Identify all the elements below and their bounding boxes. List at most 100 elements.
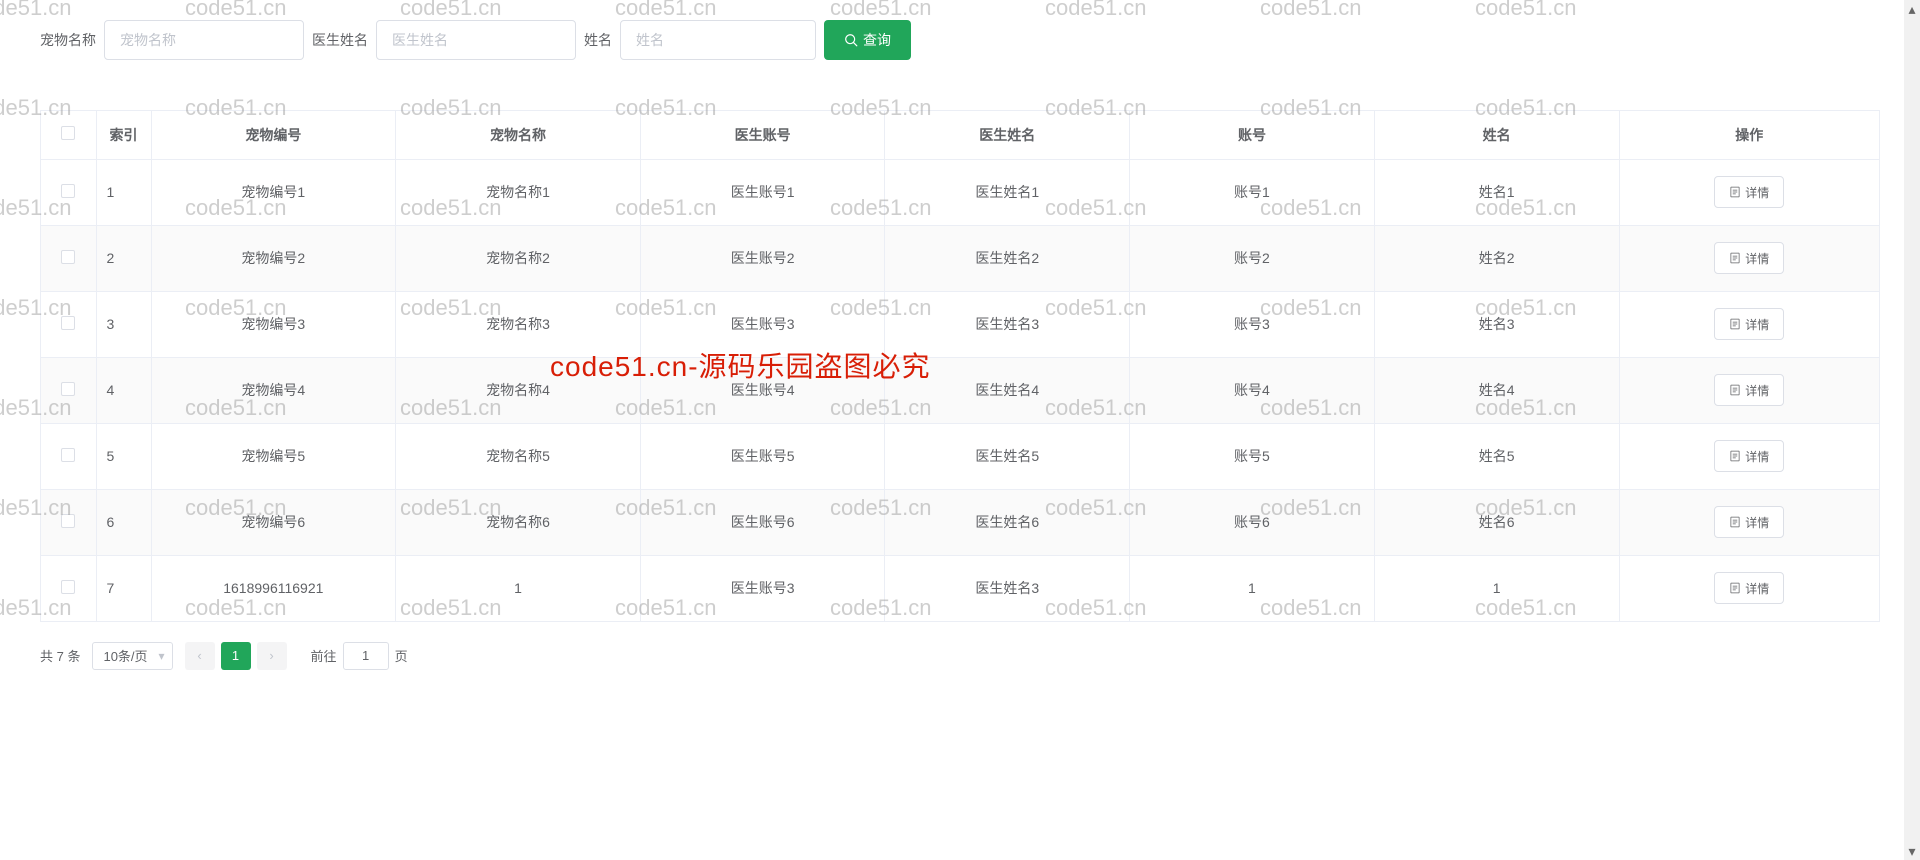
cell-petname: 宠物名称4	[396, 357, 641, 423]
cell-doctorname: 医生姓名3	[885, 555, 1130, 621]
watermark-text: code51.cn	[1475, 0, 1577, 21]
cell-account: 账号4	[1130, 357, 1375, 423]
pagination: 共 7 条 10条/页 ▾ ‹ 1 › 前往 页	[40, 642, 1880, 670]
cell-petname: 宠物名称5	[396, 423, 641, 489]
cell-name: 姓名4	[1374, 357, 1619, 423]
cell-index: 3	[96, 291, 151, 357]
page-1[interactable]: 1	[221, 642, 251, 670]
cell-account: 账号3	[1130, 291, 1375, 357]
detail-label: 详情	[1745, 448, 1769, 465]
search-button-label: 查询	[863, 30, 891, 50]
document-icon	[1729, 582, 1741, 594]
cell-doctorname: 医生姓名5	[885, 423, 1130, 489]
th-op: 操作	[1619, 111, 1879, 159]
cell-petname: 宠物名称3	[396, 291, 641, 357]
name-input[interactable]	[620, 20, 816, 60]
cell-index: 1	[96, 159, 151, 225]
row-checkbox[interactable]	[61, 250, 75, 264]
petname-input[interactable]	[104, 20, 304, 60]
cell-index: 6	[96, 489, 151, 555]
row-checkbox[interactable]	[61, 184, 75, 198]
scrollbar[interactable]: ▴ ▾	[1904, 0, 1920, 860]
detail-button[interactable]: 详情	[1714, 308, 1784, 340]
next-page-button[interactable]: ›	[257, 642, 287, 670]
cell-index: 4	[96, 357, 151, 423]
row-checkbox[interactable]	[61, 514, 75, 528]
watermark-text: code51.cn	[1045, 0, 1147, 21]
table-row: 6宠物编号6宠物名称6医生账号6医生姓名6账号6姓名6详情	[41, 489, 1879, 555]
doctor-input[interactable]	[376, 20, 576, 60]
cell-petno: 宠物编号5	[151, 423, 396, 489]
detail-button[interactable]: 详情	[1714, 440, 1784, 472]
cell-petname: 宠物名称1	[396, 159, 641, 225]
watermark-text: code51.cn	[830, 0, 932, 21]
detail-button[interactable]: 详情	[1714, 176, 1784, 208]
cell-account: 账号1	[1130, 159, 1375, 225]
watermark-text: code51.cn	[1260, 0, 1362, 21]
total-text: 共 7 条	[40, 646, 80, 665]
jump-prefix: 前往	[311, 646, 337, 665]
cell-name: 姓名2	[1374, 225, 1619, 291]
cell-doctorname: 医生姓名4	[885, 357, 1130, 423]
document-icon	[1729, 516, 1741, 528]
label-doctor: 医生姓名	[312, 30, 368, 50]
detail-button[interactable]: 详情	[1714, 506, 1784, 538]
jump-input[interactable]	[343, 642, 389, 670]
search-item-doctor: 医生姓名	[312, 20, 576, 60]
search-bar: 宠物名称 医生姓名 姓名 查询	[40, 20, 1880, 60]
cell-doctoracc: 医生账号1	[640, 159, 885, 225]
cell-petno: 宠物编号2	[151, 225, 396, 291]
cell-doctorname: 医生姓名6	[885, 489, 1130, 555]
cell-petname: 宠物名称2	[396, 225, 641, 291]
cell-doctoracc: 医生账号4	[640, 357, 885, 423]
th-name: 姓名	[1374, 111, 1619, 159]
detail-button[interactable]: 详情	[1714, 374, 1784, 406]
page-size-select[interactable]: 10条/页 ▾	[92, 642, 172, 670]
document-icon	[1729, 450, 1741, 462]
watermark-text: code51.cn	[185, 0, 287, 21]
detail-label: 详情	[1745, 250, 1769, 267]
cell-doctorname: 医生姓名1	[885, 159, 1130, 225]
cell-account: 1	[1130, 555, 1375, 621]
document-icon	[1729, 186, 1741, 198]
search-button[interactable]: 查询	[824, 20, 911, 60]
detail-label: 详情	[1745, 184, 1769, 201]
search-icon	[844, 33, 858, 47]
row-checkbox[interactable]	[61, 316, 75, 330]
cell-account: 账号6	[1130, 489, 1375, 555]
detail-button[interactable]: 详情	[1714, 572, 1784, 604]
row-checkbox[interactable]	[61, 580, 75, 594]
cell-petno: 1618996116921	[151, 555, 396, 621]
row-checkbox[interactable]	[61, 448, 75, 462]
cell-doctoracc: 医生账号5	[640, 423, 885, 489]
cell-petno: 宠物编号4	[151, 357, 396, 423]
detail-button[interactable]: 详情	[1714, 242, 1784, 274]
cell-doctoracc: 医生账号2	[640, 225, 885, 291]
label-name: 姓名	[584, 30, 612, 50]
detail-label: 详情	[1745, 514, 1769, 531]
table-row: 3宠物编号3宠物名称3医生账号3医生姓名3账号3姓名3详情	[41, 291, 1879, 357]
scroll-down-arrow[interactable]: ▾	[1906, 842, 1918, 860]
cell-petname: 1	[396, 555, 641, 621]
search-item-petname: 宠物名称	[40, 20, 304, 60]
jump-suffix: 页	[395, 646, 408, 665]
document-icon	[1729, 318, 1741, 330]
table-row: 716189961169211医生账号3医生姓名311详情	[41, 555, 1879, 621]
page-size-value: 10条/页	[103, 646, 147, 665]
cell-name: 姓名1	[1374, 159, 1619, 225]
cell-index: 5	[96, 423, 151, 489]
th-petname: 宠物名称	[396, 111, 641, 159]
th-doctoracc: 医生账号	[640, 111, 885, 159]
watermark-text: code51.cn	[0, 0, 72, 21]
table-row: 2宠物编号2宠物名称2医生账号2医生姓名2账号2姓名2详情	[41, 225, 1879, 291]
select-all-checkbox[interactable]	[61, 126, 75, 140]
th-account: 账号	[1130, 111, 1375, 159]
row-checkbox[interactable]	[61, 382, 75, 396]
document-icon	[1729, 252, 1741, 264]
scroll-up-arrow[interactable]: ▴	[1906, 0, 1918, 18]
prev-page-button[interactable]: ‹	[185, 642, 215, 670]
data-table: 索引 宠物编号 宠物名称 医生账号 医生姓名 账号 姓名 操作 1宠物编号1宠物…	[40, 110, 1880, 622]
th-index: 索引	[96, 111, 151, 159]
watermark-text: code51.cn	[615, 0, 717, 21]
cell-doctoracc: 医生账号3	[640, 555, 885, 621]
